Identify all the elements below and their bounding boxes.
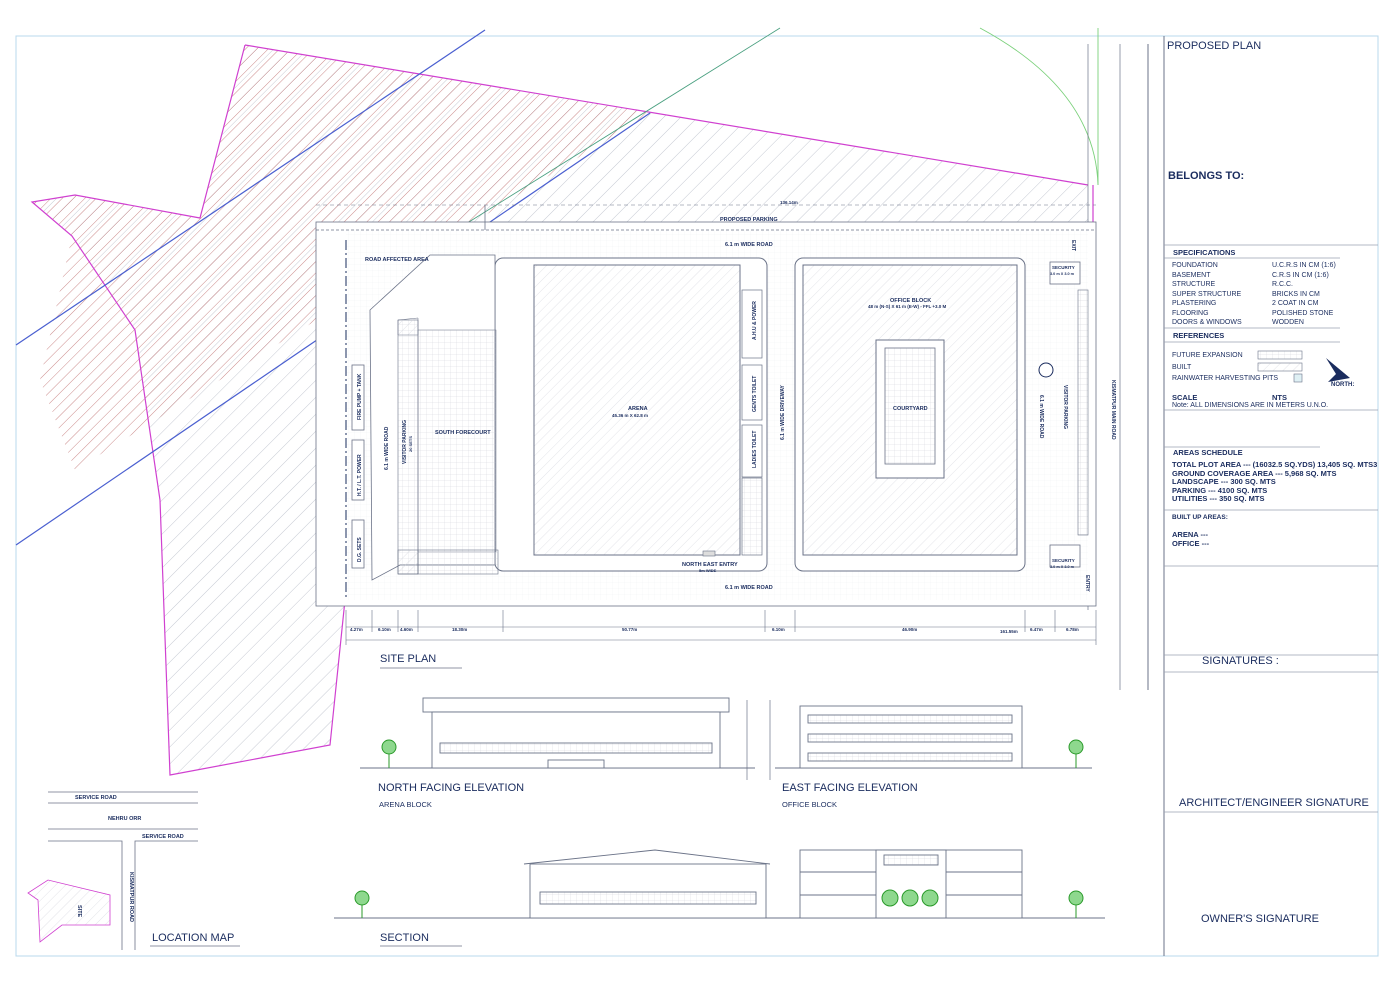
label-ht-lt-power: H.T. / L.T. POWER [357, 454, 363, 496]
dimension-label: 6.47m [1030, 627, 1043, 632]
north-elevation [360, 697, 755, 769]
spec-label: FLOORING [1172, 309, 1209, 317]
spec-value: R.C.C. [1272, 281, 1293, 288]
label-security-top-dim: 3.0 m X 3.0 m [1050, 272, 1075, 276]
dim-total-top: 136.14m [780, 200, 798, 205]
spec-label: FOUNDATION [1172, 262, 1218, 269]
spec-label: BASEMENT [1172, 271, 1211, 279]
dimension-note: Note: ALL DIMENSIONS ARE IN METERS U.N.O… [1172, 402, 1329, 409]
dimension-label: 18.30m [452, 627, 467, 632]
east-elevation-sub: OFFICE BLOCK [782, 800, 838, 809]
label-road-top: 6.1 m WIDE ROAD [725, 242, 773, 248]
label-courtyard: COURTYARD [893, 406, 928, 412]
label-ladies-toilet: LADIES TOILET [752, 431, 758, 468]
reference-rainwater: RAINWATER HARVESTING PITS [1172, 375, 1279, 382]
spec-value: BRICKS IN CM [1272, 290, 1320, 298]
label-dg-sets: D.G. SETS [357, 537, 363, 562]
belongs-to-label: BELONGS TO: [1168, 170, 1245, 182]
location-map-title: LOCATION MAP [152, 932, 235, 944]
label-entry: ENTRY [1084, 575, 1090, 592]
spec-row: BASEMENT C.R.S IN CM (1:6) [1172, 271, 1336, 281]
dimension-segments: 4.27m 6.10m 4.60m 18.30m 50.77m 6.10m 46.90m 6.… [350, 627, 1079, 632]
label-proposed-parking: PROPOSED PARKING [720, 217, 778, 223]
reference-future-expansion: FUTURE EXPANSION [1172, 352, 1243, 359]
spec-row: PLASTERING 2 COAT IN CM [1172, 299, 1336, 309]
label-nehru-orr: NEHRU ORR [108, 816, 141, 822]
north-arrow-icon [1326, 358, 1350, 382]
reference-built: BUILT [1172, 364, 1192, 371]
north-elevation-title: NORTH FACING ELEVATION [378, 782, 525, 794]
references-header: REFERENCES [1173, 331, 1225, 340]
label-service-road-bottom: SERVICE ROAD [142, 834, 184, 840]
site-plan-caption: SITE PLAN [380, 653, 437, 665]
spec-label: STRUCTURE [1172, 281, 1216, 288]
spec-row: SUPER STRUCTURE BRICKS IN CM [1172, 290, 1336, 300]
spec-value: C.R.S IN CM (1:6) [1272, 271, 1329, 279]
label-visitor-parking-right: VISITOR PARKING [1062, 385, 1068, 429]
built-up-office: OFFICE --- [1172, 539, 1210, 548]
east-elevation [775, 705, 1092, 769]
built-up-header: BUILT UP AREAS: [1172, 514, 1228, 521]
spec-row: STRUCTURE R.C.C. [1172, 280, 1336, 290]
label-kismatpur-main-road: KISMATPUR MAIN ROAD [1110, 380, 1116, 440]
east-elevation-title: EAST FACING ELEVATION [782, 782, 918, 794]
label-site: SITE [76, 905, 82, 918]
dimension-label: 46.90m [902, 627, 917, 632]
label-road-affected: ROAD AFFECTED AREA [365, 257, 429, 263]
label-road-left: 6.1 m WIDE ROAD [384, 426, 390, 470]
label-exit: EXIT [1070, 240, 1076, 251]
label-south-forecourt: SOUTH FORECOURT [435, 430, 491, 436]
built-up-arena: ARENA --- [1172, 530, 1208, 539]
spec-label: PLASTERING [1172, 300, 1217, 307]
dimension-label: 6.78m [1066, 627, 1079, 632]
label-security-top: SECURITY [1052, 265, 1075, 270]
section-title: SECTION [380, 932, 429, 944]
label-ahu-power: A.H.U & POWER [752, 301, 758, 340]
spec-row: FLOORING POLISHED STONE [1172, 309, 1336, 319]
owner-signature-label: OWNER'S SIGNATURE [1201, 913, 1320, 925]
spec-row: FOUNDATION U.C.R.S IN CM (1:6) [1172, 261, 1336, 271]
dim-total-width: 161.55m [1000, 629, 1018, 634]
spec-value: U.C.R.S IN CM (1:6) [1272, 262, 1336, 269]
north-label: NORTH: [1331, 382, 1355, 388]
label-service-road-top: SERVICE ROAD [75, 795, 117, 801]
label-road-bottom: 6.1 m WIDE ROAD [725, 585, 773, 591]
areas-list: TOTAL PLOT AREA --- (16032.5 SQ.YDS) 13,… [1172, 460, 1377, 504]
areas-header: AREAS SCHEDULE [1173, 448, 1243, 457]
dimension-label: 4.60m [400, 627, 413, 632]
label-arena-dim: 45.36 m X 62.8 m [612, 413, 648, 418]
spec-value: 2 COAT IN CM [1272, 300, 1319, 307]
label-arena: ARENA [628, 406, 648, 412]
label-office-dim: 48 m (N-S) X 61 m (E-W) - FFL +3.0 M [868, 304, 947, 309]
label-wide-driveway: 6.1 m WIDE DRIVEWAY [780, 385, 786, 440]
label-road-right: 6.1 m WIDE ROAD [1038, 395, 1044, 439]
dimension-label: 6.10m [378, 627, 391, 632]
spec-value: WODDEN [1272, 319, 1304, 326]
drawing-title: PROPOSED PLAN [1167, 40, 1262, 52]
signatures-label: SIGNATURES : [1202, 655, 1279, 667]
section-drawing [334, 849, 1105, 919]
north-elevation-sub: ARENA BLOCK [379, 800, 432, 809]
label-security-bottom: SECURITY [1052, 558, 1075, 563]
spec-label: SUPER STRUCTURE [1172, 290, 1242, 298]
spec-row: DOORS & WINDOWS WODDEN [1172, 318, 1336, 328]
dimension-label: 4.27m [350, 627, 363, 632]
label-visitor-parking-sets: 20 SETS [408, 436, 413, 452]
spec-label: DOORS & WINDOWS [1172, 319, 1242, 326]
specifications-header: SPECIFICATIONS [1173, 248, 1236, 257]
area-row: UTILITIES --- 350 SQ. MTS [1172, 494, 1265, 503]
architect-signature-label: ARCHITECT/ENGINEER SIGNATURE [1179, 797, 1369, 809]
label-security-bottom-dim: 3.0 m X 3.0 m [1050, 565, 1075, 569]
scale-value: NTS [1272, 393, 1287, 402]
scale-label: SCALE [1172, 393, 1198, 402]
label-entry-width: 5m WIDE [699, 568, 717, 573]
specifications-list: FOUNDATION U.C.R.S IN CM (1:6) BASEMENT C.R… [1172, 261, 1336, 328]
label-gents-toilet: GENTS TOILET [752, 376, 758, 412]
label-fire-pump: FIRE PUMP + TANK [357, 373, 363, 420]
dimension-label: 50.77m [622, 627, 637, 632]
spec-value: POLISHED STONE [1272, 309, 1334, 317]
dimension-label: 6.10m [772, 627, 785, 632]
label-kismatpur-road: KISMATPUR ROAD [128, 872, 134, 922]
